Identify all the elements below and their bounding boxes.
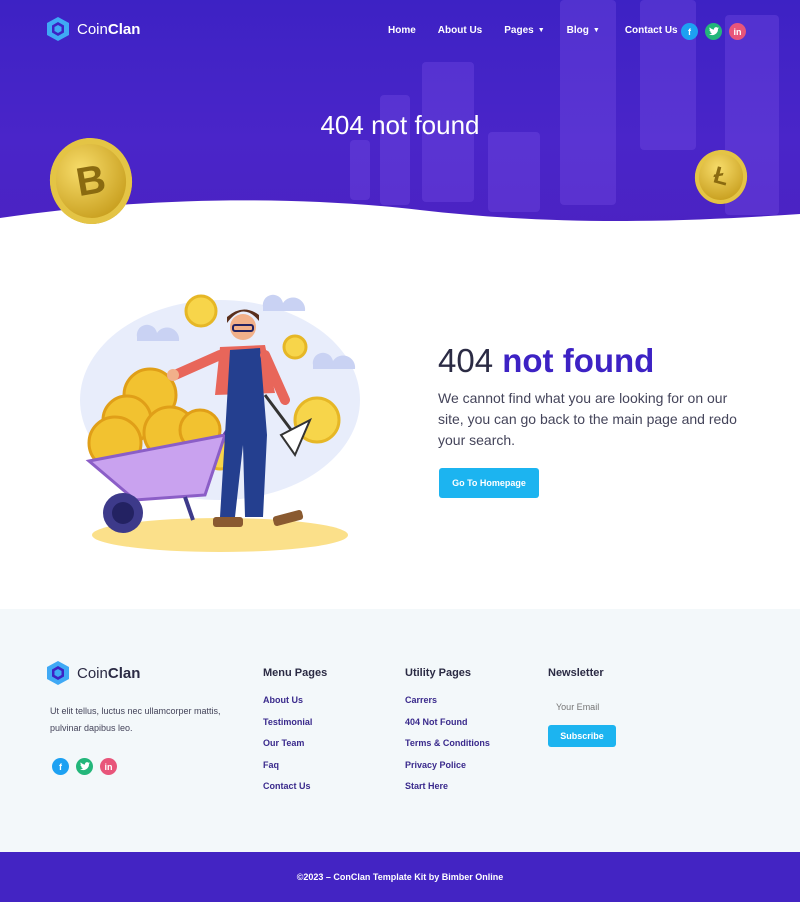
utility-pages-title: Utility Pages xyxy=(405,667,472,679)
nav-contact[interactable]: Contact Us xyxy=(625,25,678,36)
404-illustration xyxy=(80,294,360,552)
twitter-bird-shape xyxy=(708,27,719,36)
footer-social: f in xyxy=(52,758,117,775)
bg-building xyxy=(350,140,370,200)
copyright-bar: ©2023 – ConClan Template Kit by Bimber O… xyxy=(0,852,800,902)
logo-hexagon-icon xyxy=(47,661,69,685)
footer-link-terms[interactable]: Terms & Conditions xyxy=(405,738,490,760)
footer-link-privacy[interactable]: Privacy Police xyxy=(405,760,490,782)
footer-link-contact-us[interactable]: Contact Us xyxy=(263,781,312,803)
menu-pages-list: About Us Testimonial Our Team Faq Contac… xyxy=(263,695,312,803)
utility-pages-list: Carrers 404 Not Found Terms & Conditions… xyxy=(405,695,490,803)
page-title: 404 not found xyxy=(438,342,654,380)
facebook-icon[interactable]: f xyxy=(681,23,698,40)
nav-blog-label: Blog xyxy=(566,25,589,36)
logo-text-bold: Clan xyxy=(107,664,141,682)
footer-link-404[interactable]: 404 Not Found xyxy=(405,717,490,739)
twitter-icon[interactable] xyxy=(76,758,93,775)
footer-link-faq[interactable]: Faq xyxy=(263,760,312,782)
go-to-homepage-button[interactable]: Go To Homepage xyxy=(439,468,539,498)
logo-text-light: Coin xyxy=(77,20,108,38)
newsletter-email-input[interactable] xyxy=(548,696,658,718)
chevron-down-icon: ▼ xyxy=(537,27,545,34)
nav-blog[interactable]: Blog ▼ xyxy=(567,25,600,36)
twitter-bird-shape xyxy=(79,762,90,771)
header-logo[interactable]: CoinClan xyxy=(46,16,140,42)
page-title-light: 404 xyxy=(438,342,503,379)
nav-home-label: Home xyxy=(388,25,416,36)
copyright-text: ©2023 – ConClan Template Kit by Bimber O… xyxy=(296,872,504,882)
nav-about-label: About Us xyxy=(437,25,483,36)
menu-pages-title: Menu Pages xyxy=(263,667,328,679)
page-title-bold: not found xyxy=(502,342,655,379)
nav-pages[interactable]: Pages ▼ xyxy=(504,25,544,36)
linkedin-icon[interactable]: in xyxy=(729,23,746,40)
facebook-icon[interactable]: f xyxy=(52,758,69,775)
subscribe-button[interactable]: Subscribe xyxy=(548,725,616,747)
logo-text-light: Coin xyxy=(77,664,108,682)
footer-link-start-here[interactable]: Start Here xyxy=(405,781,490,803)
header-social: f in xyxy=(681,23,746,40)
nav-about[interactable]: About Us xyxy=(438,25,482,36)
logo-text-bold: Clan xyxy=(107,20,141,38)
footer-link-about-us[interactable]: About Us xyxy=(263,695,312,717)
nav-contact-label: Contact Us xyxy=(624,25,678,36)
nav-pages-label: Pages xyxy=(504,25,534,36)
logo-hexagon-icon xyxy=(47,17,69,41)
main-nav: Home About Us Pages ▼ Blog ▼ Contact Us xyxy=(388,25,678,36)
chevron-down-icon: ▼ xyxy=(592,27,600,34)
linkedin-icon[interactable]: in xyxy=(100,758,117,775)
footer-about-text: Ut elit tellus, luctus nec ullamcorper m… xyxy=(50,706,221,733)
nav-home[interactable]: Home xyxy=(388,25,416,36)
hero-title: 404 not found xyxy=(320,110,480,140)
footer-link-testimonial[interactable]: Testimonial xyxy=(263,717,312,739)
newsletter-title: Newsletter xyxy=(548,667,604,679)
twitter-icon[interactable] xyxy=(705,23,722,40)
footer-logo[interactable]: CoinClan xyxy=(46,660,140,686)
page-description: We cannot find what you are looking for … xyxy=(438,390,737,448)
footer-link-our-team[interactable]: Our Team xyxy=(263,738,312,760)
footer-link-carrers[interactable]: Carrers xyxy=(405,695,490,717)
